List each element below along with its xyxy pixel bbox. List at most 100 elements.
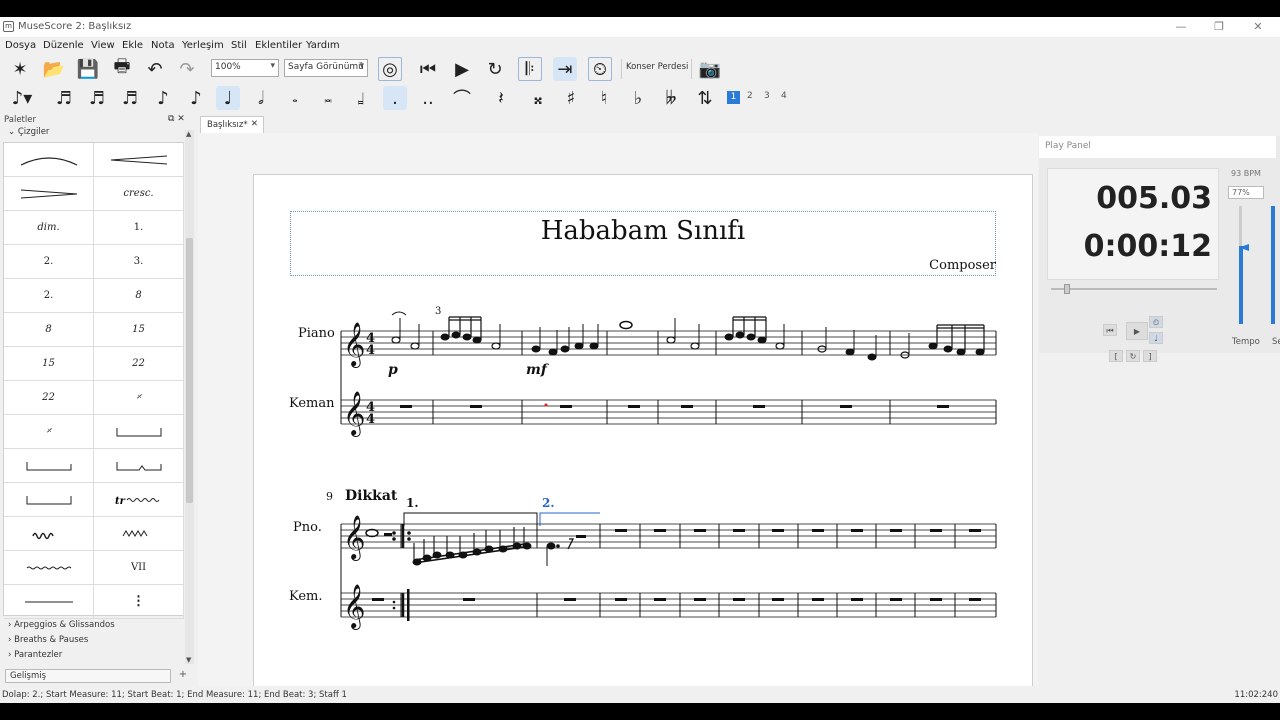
palette-8vb[interactable]: 8 bbox=[4, 313, 94, 347]
palette-decrescendo-hairpin[interactable] bbox=[94, 143, 184, 177]
pp-rewind-icon[interactable]: ⏮ bbox=[1103, 324, 1117, 336]
double-flat-icon[interactable]: 𝄫 bbox=[659, 86, 683, 110]
palette-category-breaths[interactable]: › Breaths & Pauses bbox=[8, 635, 88, 645]
palette-slur[interactable] bbox=[4, 143, 94, 177]
palette-dim-line[interactable]: dim. bbox=[4, 211, 94, 245]
camera-icon[interactable]: 📷 bbox=[698, 57, 722, 81]
palette-pedal-plain[interactable] bbox=[4, 483, 94, 517]
duration-eighth-icon[interactable]: ♪ bbox=[151, 86, 175, 110]
double-dot-icon[interactable]: .. bbox=[416, 86, 440, 110]
palette-pedal-line[interactable]: 𝄎 bbox=[94, 381, 184, 415]
palette-volta-3[interactable]: 3. bbox=[94, 245, 184, 279]
palette-15mb[interactable]: 15 bbox=[4, 347, 94, 381]
pp-play-icon[interactable]: ▶ bbox=[1126, 322, 1148, 340]
palette-ottava-dot[interactable]: ⁝ bbox=[94, 585, 184, 619]
palette-category-arpeggios[interactable]: › Arpeggios & Glissandos bbox=[8, 620, 115, 630]
palette-pedal-bracket[interactable] bbox=[94, 415, 184, 449]
palette-pedal-change[interactable] bbox=[94, 449, 184, 483]
menu-view[interactable]: View bbox=[91, 40, 115, 51]
metronome-icon[interactable]: ⏲ bbox=[588, 57, 612, 81]
menu-yerlesim[interactable]: Yerleşim bbox=[182, 40, 224, 51]
save-icon[interactable]: 💾 bbox=[76, 57, 100, 81]
close-tab-icon[interactable]: ✕ bbox=[251, 119, 258, 129]
new-score-icon[interactable]: ✶ bbox=[8, 57, 32, 81]
tie-icon[interactable]: ⌒ bbox=[450, 86, 474, 110]
menu-dosya[interactable]: Dosya bbox=[5, 40, 36, 51]
zoom-select[interactable]: 100% bbox=[211, 59, 279, 77]
midi-input-icon[interactable]: ◎ bbox=[378, 57, 402, 81]
menu-ekle[interactable]: Ekle bbox=[122, 40, 143, 51]
duration-quarter-icon[interactable]: ♩ bbox=[216, 86, 240, 110]
palette-scroll-thumb[interactable] bbox=[186, 238, 193, 503]
augmentation-dot-icon[interactable]: . bbox=[383, 86, 407, 110]
palette-prall-line[interactable] bbox=[4, 517, 94, 551]
natural-icon[interactable]: ♮ bbox=[592, 86, 616, 110]
volume-slider-fill[interactable] bbox=[1271, 206, 1275, 324]
palette-volta-2-open[interactable]: 2. bbox=[4, 279, 94, 313]
menu-eklentiler[interactable]: Eklentiler bbox=[255, 40, 302, 51]
duration-longa-icon[interactable]: 𝆷 bbox=[349, 86, 373, 110]
open-folder-icon[interactable]: 📂 bbox=[42, 57, 66, 81]
tempo-percent-field[interactable]: 77% bbox=[1228, 186, 1264, 199]
duration-64th-icon[interactable]: ♬ bbox=[52, 86, 76, 110]
pan-icon[interactable]: ⇥ bbox=[553, 57, 577, 81]
note-input-mode-icon[interactable]: ♪▾ bbox=[10, 86, 34, 110]
rewind-icon[interactable]: ⏮ bbox=[416, 57, 440, 81]
pp-loop-out-icon[interactable]: ] bbox=[1143, 350, 1157, 362]
scroll-up-icon[interactable]: ▲ bbox=[186, 130, 191, 138]
menu-yardim[interactable]: Yardım bbox=[306, 40, 340, 51]
palette-15ma[interactable]: 15 bbox=[94, 313, 184, 347]
undo-icon[interactable]: ↶ bbox=[143, 57, 167, 81]
palette-category-parantezler[interactable]: › Parantezler bbox=[8, 650, 62, 660]
palette-float-close-icons[interactable]: ⧉ ✕ bbox=[168, 114, 185, 124]
palette-vibrato-line[interactable] bbox=[4, 551, 94, 585]
palette-cresc-line[interactable]: cresc. bbox=[94, 177, 184, 211]
pp-loop-in-icon[interactable]: [ bbox=[1109, 350, 1123, 362]
duration-eighth-alt-icon[interactable]: ♪ bbox=[184, 86, 208, 110]
voice-1-button[interactable]: 1 bbox=[727, 91, 740, 104]
palette-22ma[interactable]: 22 bbox=[94, 347, 184, 381]
palette-8va[interactable]: 8 bbox=[94, 279, 184, 313]
palette-22mb[interactable]: 22 bbox=[4, 381, 94, 415]
palette-category-lines[interactable]: ⌄ Çizgiler bbox=[8, 127, 49, 137]
palette-crescendo-hairpin[interactable] bbox=[4, 177, 94, 211]
pp-count-in-icon[interactable]: ♩ bbox=[1149, 332, 1163, 344]
duration-whole-icon[interactable]: 𝅝 bbox=[283, 86, 307, 110]
duration-half-icon[interactable]: 𝅗𝅥 bbox=[249, 86, 273, 110]
close-icon[interactable]: ✕ bbox=[1243, 19, 1273, 35]
palette-scrollbar[interactable]: ▲ ▼ bbox=[185, 130, 194, 664]
add-palette-icon[interactable]: + bbox=[176, 669, 190, 683]
pp-metronome-icon[interactable]: ⏲ bbox=[1149, 316, 1163, 328]
sharp-icon[interactable]: ♯ bbox=[559, 86, 583, 110]
music-notation[interactable]: 𝄞 𝄞 𝄞 𝄞 44 44 bbox=[254, 175, 1034, 703]
menu-duzenle[interactable]: Düzenle bbox=[43, 40, 84, 51]
duration-breve-icon[interactable]: 𝅜 bbox=[316, 86, 340, 110]
score-tab[interactable]: Başlıksız* ✕ bbox=[200, 116, 264, 133]
palette-pedal-angled[interactable] bbox=[4, 449, 94, 483]
palette-pedal-star[interactable]: 𝄎 bbox=[4, 415, 94, 449]
voice-4-button[interactable]: 4 bbox=[781, 91, 787, 101]
rest-icon[interactable]: 𝄽 bbox=[489, 86, 513, 110]
flip-direction-icon[interactable]: ⇅ bbox=[693, 86, 717, 110]
palette-volta-1[interactable]: 1. bbox=[94, 211, 184, 245]
position-slider-handle[interactable] bbox=[1064, 284, 1070, 294]
duration-16th-icon[interactable]: ♬ bbox=[118, 86, 142, 110]
repeat-icon[interactable]: 𝄆 bbox=[518, 57, 542, 81]
minimize-icon[interactable]: — bbox=[1166, 19, 1196, 35]
double-sharp-icon[interactable]: 𝄪 bbox=[526, 86, 550, 110]
position-slider-track[interactable] bbox=[1051, 288, 1217, 290]
scroll-down-icon[interactable]: ▼ bbox=[186, 656, 191, 664]
view-mode-select[interactable]: Sayfa Görünümü bbox=[284, 59, 368, 77]
print-icon[interactable]: 🖶 bbox=[110, 56, 134, 81]
menu-stil[interactable]: Stil bbox=[231, 40, 247, 51]
concert-pitch-toggle[interactable]: Konser Perdesi bbox=[626, 62, 688, 72]
palette-volta-2[interactable]: 2. bbox=[4, 245, 94, 279]
flat-icon[interactable]: ♭ bbox=[626, 86, 650, 110]
palette-text-line[interactable] bbox=[4, 585, 94, 619]
palette-mode-select[interactable]: Gelişmiş bbox=[5, 669, 171, 683]
palette-string-number-line[interactable]: VII bbox=[94, 551, 184, 585]
duration-32nd-icon[interactable]: ♬ bbox=[85, 86, 109, 110]
redo-icon[interactable]: ↷ bbox=[175, 57, 199, 81]
loop-icon[interactable]: ↻ bbox=[483, 57, 507, 81]
palette-trill-line[interactable]: tr bbox=[94, 483, 184, 517]
